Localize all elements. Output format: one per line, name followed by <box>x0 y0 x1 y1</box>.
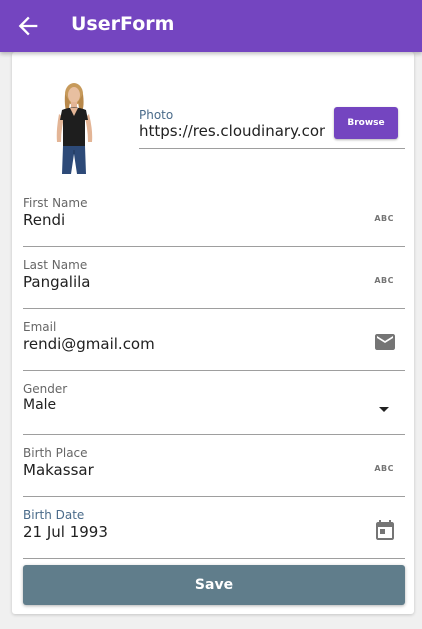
back-button[interactable] <box>14 12 42 40</box>
email-label: Email <box>23 320 57 334</box>
calendar-icon[interactable] <box>373 518 397 546</box>
first-name-field[interactable]: First Name Rendi ABC <box>23 196 405 247</box>
gender-select[interactable]: Male <box>23 397 56 413</box>
last-name-label: Last Name <box>23 258 88 272</box>
photo-label: Photo <box>139 108 174 122</box>
gender-label: Gender <box>23 382 68 396</box>
person-photo-icon <box>56 83 93 174</box>
first-name-input[interactable]: Rendi <box>23 211 65 229</box>
form-card: Photo https://res.cloudinary.com Browse … <box>12 52 414 614</box>
email-icon <box>373 330 397 358</box>
abc-icon: ABC <box>374 464 394 473</box>
photo-field[interactable]: Photo https://res.cloudinary.com Browse <box>139 107 405 149</box>
birth-place-label: Birth Place <box>23 446 88 460</box>
app-bar: UserForm <box>0 0 422 52</box>
photo-url-input[interactable]: https://res.cloudinary.com <box>139 122 325 140</box>
first-name-label: First Name <box>23 196 88 210</box>
arrow-left-icon <box>18 16 38 36</box>
abc-icon: ABC <box>374 276 394 285</box>
abc-icon: ABC <box>374 214 394 223</box>
birth-place-input[interactable]: Makassar <box>23 461 94 479</box>
dropdown-arrow-icon[interactable] <box>377 401 391 420</box>
birth-date-input[interactable]: 21 Jul 1993 <box>23 523 108 541</box>
last-name-field[interactable]: Last Name Pangalila ABC <box>23 258 405 309</box>
email-field[interactable]: Email rendi@gmail.com <box>23 320 405 371</box>
save-button[interactable]: Save <box>23 565 405 605</box>
page-title: UserForm <box>71 13 175 35</box>
birth-date-label: Birth Date <box>23 508 85 522</box>
last-name-input[interactable]: Pangalila <box>23 273 90 291</box>
email-input[interactable]: rendi@gmail.com <box>23 335 155 353</box>
gender-field[interactable]: Gender Male <box>23 382 405 435</box>
birth-place-field[interactable]: Birth Place Makassar ABC <box>23 446 405 497</box>
browse-button[interactable]: Browse <box>334 107 398 139</box>
birth-date-field[interactable]: Birth Date 21 Jul 1993 <box>23 508 405 559</box>
profile-photo <box>48 80 104 176</box>
